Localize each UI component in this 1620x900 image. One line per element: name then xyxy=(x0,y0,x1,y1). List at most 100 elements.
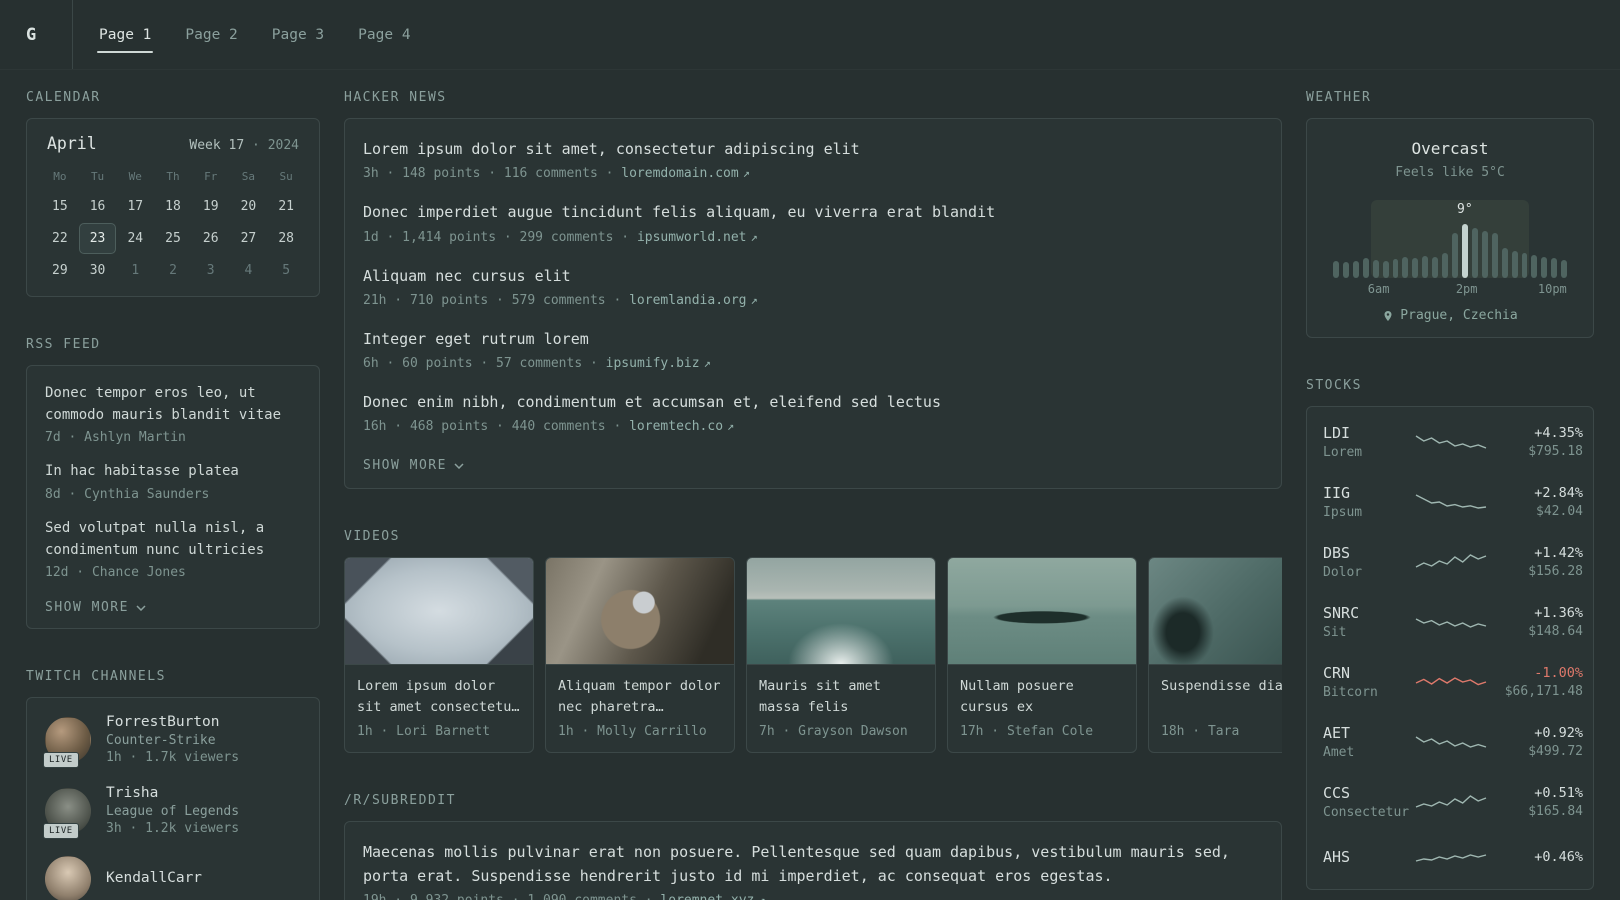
calendar-day: 3 xyxy=(206,263,215,278)
stock-name: Bitcorn xyxy=(1323,685,1378,700)
video-title[interactable]: Aliquam tempor dolor nec pharetra… xyxy=(558,676,722,718)
weather-time-label: 10pm xyxy=(1537,282,1567,296)
external-link-icon: ↗ xyxy=(703,356,711,370)
video-thumbnail[interactable] xyxy=(1149,558,1282,666)
hackernews-show-more-button[interactable]: SHOW MORE xyxy=(363,458,464,473)
hn-item-domain-link[interactable]: loremdomain.com xyxy=(621,166,738,181)
weather-card: Overcast Feels like 5°C 9° 6am 2pm 10pm … xyxy=(1306,118,1594,338)
hn-item-title[interactable]: Donec imperdiet augue tincidunt felis al… xyxy=(363,201,1263,224)
rss-item-title[interactable]: In hac habitasse platea xyxy=(45,461,301,483)
video-thumbnail[interactable] xyxy=(747,558,935,666)
hn-item-title[interactable]: Lorem ipsum dolor sit amet, consectetur … xyxy=(363,138,1263,161)
hn-item-meta: 16h · 468 points · 440 comments · loremt… xyxy=(363,419,735,435)
weather-location[interactable]: Prague, Czechia xyxy=(1323,308,1577,323)
tab-page-1[interactable]: Page 1 xyxy=(97,21,154,53)
rss-section-title: RSS FEED xyxy=(26,337,101,352)
stock-row[interactable]: CCS Consectetur +0.51% $165.84 xyxy=(1307,772,1593,832)
calendar-day-header: Th xyxy=(166,170,180,183)
reddit-post-title[interactable]: Maecenas mollis pulvinar erat non posuer… xyxy=(363,841,1263,888)
hn-item-title[interactable]: Integer eget rutrum lorem xyxy=(363,328,1263,351)
page-tabs: Page 1 Page 2 Page 3 Page 4 xyxy=(97,0,443,69)
hn-item-domain-link[interactable]: ipsumworld.net xyxy=(637,230,747,245)
calendar-day-header: Su xyxy=(279,170,293,183)
hn-item-meta: 3h · 148 points · 116 comments · loremdo… xyxy=(363,166,750,182)
rss-item-meta: 12d · Chance Jones xyxy=(45,565,186,581)
rss-show-more-button[interactable]: SHOW MORE xyxy=(45,600,146,615)
calendar-day: 20 xyxy=(240,199,257,214)
hn-item-domain-link[interactable]: ipsumify.biz xyxy=(606,356,700,371)
stock-sparkline-chart xyxy=(1415,795,1487,808)
map-pin-icon xyxy=(1384,310,1392,321)
video-thumbnail[interactable] xyxy=(948,558,1136,666)
twitch-channel-row[interactable]: LIVE ForrestBurton Counter-Strike 1h · 1… xyxy=(43,714,301,768)
video-card[interactable]: Aliquam tempor dolor nec pharetra… 1h · … xyxy=(545,557,735,754)
rss-item: Sed volutpat nulla nisl, a condimentum n… xyxy=(45,518,301,580)
stock-sparkline-chart xyxy=(1415,494,1487,509)
calendar-widget: CALENDAR April Week 17 · 2024 Mo Tu We Th Fr… xyxy=(26,90,320,297)
calendar-day-header: Sa xyxy=(241,170,256,183)
video-title[interactable]: Lorem ipsum dolor sit amet consectetu… xyxy=(357,676,521,718)
tab-page-4[interactable]: Page 4 xyxy=(356,21,412,49)
chevron-down-icon xyxy=(136,605,146,612)
weather-bar xyxy=(1541,257,1548,278)
stock-change: +1.36% xyxy=(1534,605,1583,621)
channel-name[interactable]: ForrestBurton xyxy=(106,714,239,730)
rss-item-meta: 7d · Ashlyn Martin xyxy=(45,430,186,446)
video-title[interactable]: Mauris sit amet massa felis xyxy=(759,676,923,718)
video-thumbnail[interactable] xyxy=(546,558,734,666)
hn-item-title[interactable]: Donec enim nibh, condimentum et accumsan… xyxy=(363,391,1263,414)
weather-bar xyxy=(1531,255,1538,278)
stock-price: $795.18 xyxy=(1528,444,1583,459)
weather-bar xyxy=(1471,228,1478,278)
video-thumbnail[interactable] xyxy=(345,558,533,666)
stock-change: +0.46% xyxy=(1534,848,1583,865)
video-title[interactable]: Nullam posuere cursus ex xyxy=(960,676,1124,718)
reddit-post-domain-link[interactable]: loremnet.xyz xyxy=(660,893,754,900)
videos-section-title: VIDEOS xyxy=(344,529,400,545)
stock-name: Dolor xyxy=(1323,565,1363,580)
rss-item-title[interactable]: Donec tempor eros leo, ut commodo mauris… xyxy=(45,383,301,426)
stocks-card: LDI Lorem +4.35% $795.18 IIG Ipsum +2.84… xyxy=(1306,406,1594,890)
calendar-day: 29 xyxy=(52,263,68,278)
hn-item-domain-link[interactable]: loremtech.co xyxy=(629,419,723,434)
tab-page-2[interactable]: Page 2 xyxy=(183,21,239,49)
video-card[interactable]: Lorem ipsum dolor sit amet consectetu… 1… xyxy=(344,557,534,754)
hn-item: Lorem ipsum dolor sit amet, consectetur … xyxy=(363,138,1263,181)
stock-row[interactable]: CRN Bitcorn -1.00% $66,171.48 xyxy=(1307,652,1593,712)
stocks-section-title: STOCKS xyxy=(1306,378,1362,393)
stock-price: $42.04 xyxy=(1536,504,1583,519)
weather-widget: WEATHER Overcast Feels like 5°C 9° 6am 2… xyxy=(1306,90,1594,338)
hn-item-domain-link[interactable]: loremlandia.org xyxy=(629,293,746,308)
stock-symbol: DBS xyxy=(1323,544,1351,562)
hn-item-meta: 21h · 710 points · 579 comments · loreml… xyxy=(363,292,758,308)
channel-meta: 3h · 1.2k viewers xyxy=(106,821,240,837)
avatar: LIVE xyxy=(43,716,91,768)
tab-page-3[interactable]: Page 3 xyxy=(270,21,326,49)
stock-row[interactable]: DBS Dolor +1.42% $156.28 xyxy=(1307,532,1593,592)
stock-row[interactable]: AHS +0.46% xyxy=(1307,832,1593,884)
video-card[interactable]: Suspendisse diam 18h · Tara xyxy=(1148,557,1282,754)
live-badge: LIVE xyxy=(43,751,79,768)
video-card[interactable]: Mauris sit amet massa felis 7h · Grayson… xyxy=(746,557,936,754)
weather-bar xyxy=(1372,260,1379,278)
video-card[interactable]: Nullam posuere cursus ex 17h · Stefan Co… xyxy=(947,557,1137,754)
twitch-channel-row[interactable]: LIVE Trisha League of Legends 3h · 1.2k … xyxy=(43,785,301,839)
calendar-day: 5 xyxy=(282,263,291,278)
right-column: WEATHER Overcast Feels like 5°C 9° 6am 2… xyxy=(1306,90,1594,900)
channel-name[interactable]: Trisha xyxy=(106,785,239,801)
rss-item-meta: 8d · Cynthia Saunders xyxy=(45,487,210,503)
stock-row[interactable]: AET Amet +0.92% $499.72 xyxy=(1307,712,1593,772)
hn-item-title[interactable]: Aliquam nec cursus elit xyxy=(363,265,1263,288)
stock-row[interactable]: SNRC Sit +1.36% $148.64 xyxy=(1307,592,1593,652)
twitch-channel-row[interactable]: KendallCarr xyxy=(45,856,301,900)
channel-name[interactable]: KendallCarr xyxy=(106,870,202,886)
stock-price: $499.72 xyxy=(1528,744,1583,759)
video-title[interactable]: Suspendisse diam xyxy=(1161,676,1282,718)
external-link-icon: ↗ xyxy=(750,229,758,244)
stock-row[interactable]: IIG Ipsum +2.84% $42.04 xyxy=(1307,472,1593,532)
stock-price: $156.28 xyxy=(1528,564,1583,579)
rss-item-title[interactable]: Sed volutpat nulla nisl, a condimentum n… xyxy=(45,518,301,561)
dashboard-content: CALENDAR April Week 17 · 2024 Mo Tu We Th Fr… xyxy=(0,70,1620,900)
stock-row[interactable]: LDI Lorem +4.35% $795.18 xyxy=(1307,412,1593,472)
calendar-header: April Week 17 · 2024 xyxy=(41,134,305,153)
